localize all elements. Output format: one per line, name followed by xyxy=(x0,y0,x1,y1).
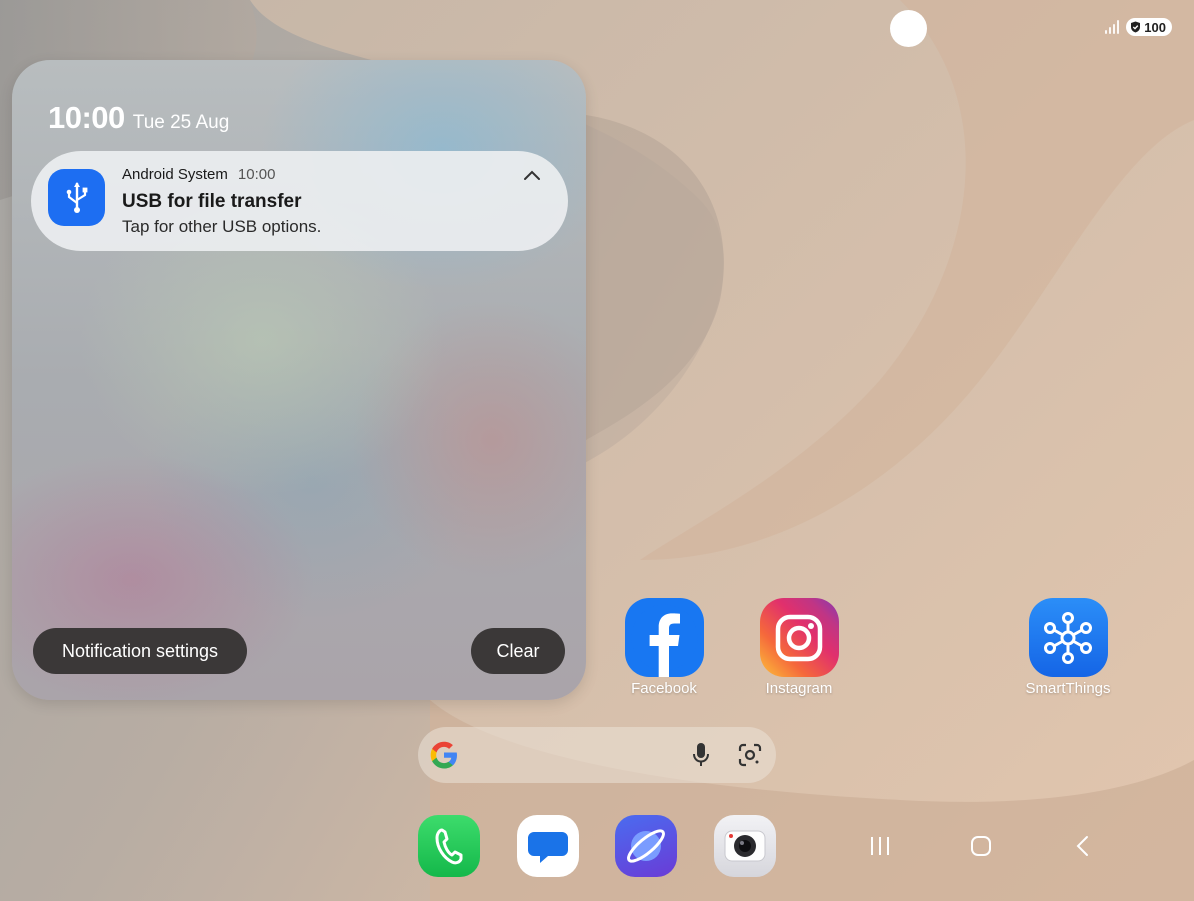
facebook-icon xyxy=(624,598,704,677)
notification-meta: Android System 10:00 xyxy=(122,166,275,183)
app-label: Instagram xyxy=(765,680,833,697)
usb-notification[interactable]: Android System 10:00 USB for file transf… xyxy=(31,151,568,251)
notification-settings-button[interactable]: Notification settings xyxy=(33,628,247,674)
usb-icon xyxy=(48,169,105,226)
recents-icon[interactable] xyxy=(866,832,894,860)
google-lens-icon[interactable] xyxy=(738,743,762,767)
camera-icon[interactable] xyxy=(714,815,776,877)
signal-icon xyxy=(1105,20,1120,34)
app-label: Facebook xyxy=(631,680,697,697)
chevron-up-icon[interactable] xyxy=(522,167,542,183)
google-icon xyxy=(430,741,457,769)
battery-indicator: 100 xyxy=(1126,18,1172,36)
shield-icon xyxy=(1131,21,1141,33)
notification-body: Tap for other USB options. xyxy=(122,217,322,236)
messages-icon[interactable] xyxy=(517,815,579,877)
google-search-bar[interactable] xyxy=(418,727,776,783)
app-label: SmartThings xyxy=(1025,680,1111,697)
home-icon[interactable] xyxy=(967,832,995,860)
camera-cutout xyxy=(890,10,927,47)
clear-button[interactable]: Clear xyxy=(471,628,565,674)
back-icon[interactable] xyxy=(1068,832,1096,860)
status-bar: 100 xyxy=(1105,18,1172,36)
notification-panel: 10:00 Tue 25 Aug Android System 10:00 US… xyxy=(12,60,586,700)
notification-app-name: Android System xyxy=(122,166,228,183)
notification-title: USB for file transfer xyxy=(122,191,302,212)
instagram-icon xyxy=(759,598,839,677)
battery-level: 100 xyxy=(1144,19,1166,35)
date: Tue 25 Aug xyxy=(132,112,230,133)
clock: 10:00 xyxy=(48,100,125,135)
app-facebook[interactable]: Facebook xyxy=(609,598,719,697)
smartthings-icon xyxy=(1028,598,1108,677)
phone-icon[interactable] xyxy=(418,815,480,877)
browser-icon[interactable] xyxy=(615,815,677,877)
panel-header: 10:00 Tue 25 Aug xyxy=(48,100,229,136)
app-smartthings[interactable]: SmartThings xyxy=(1013,598,1123,697)
microphone-icon[interactable] xyxy=(692,742,710,768)
notification-time: 10:00 xyxy=(237,166,276,183)
app-instagram[interactable]: Instagram xyxy=(744,598,854,697)
